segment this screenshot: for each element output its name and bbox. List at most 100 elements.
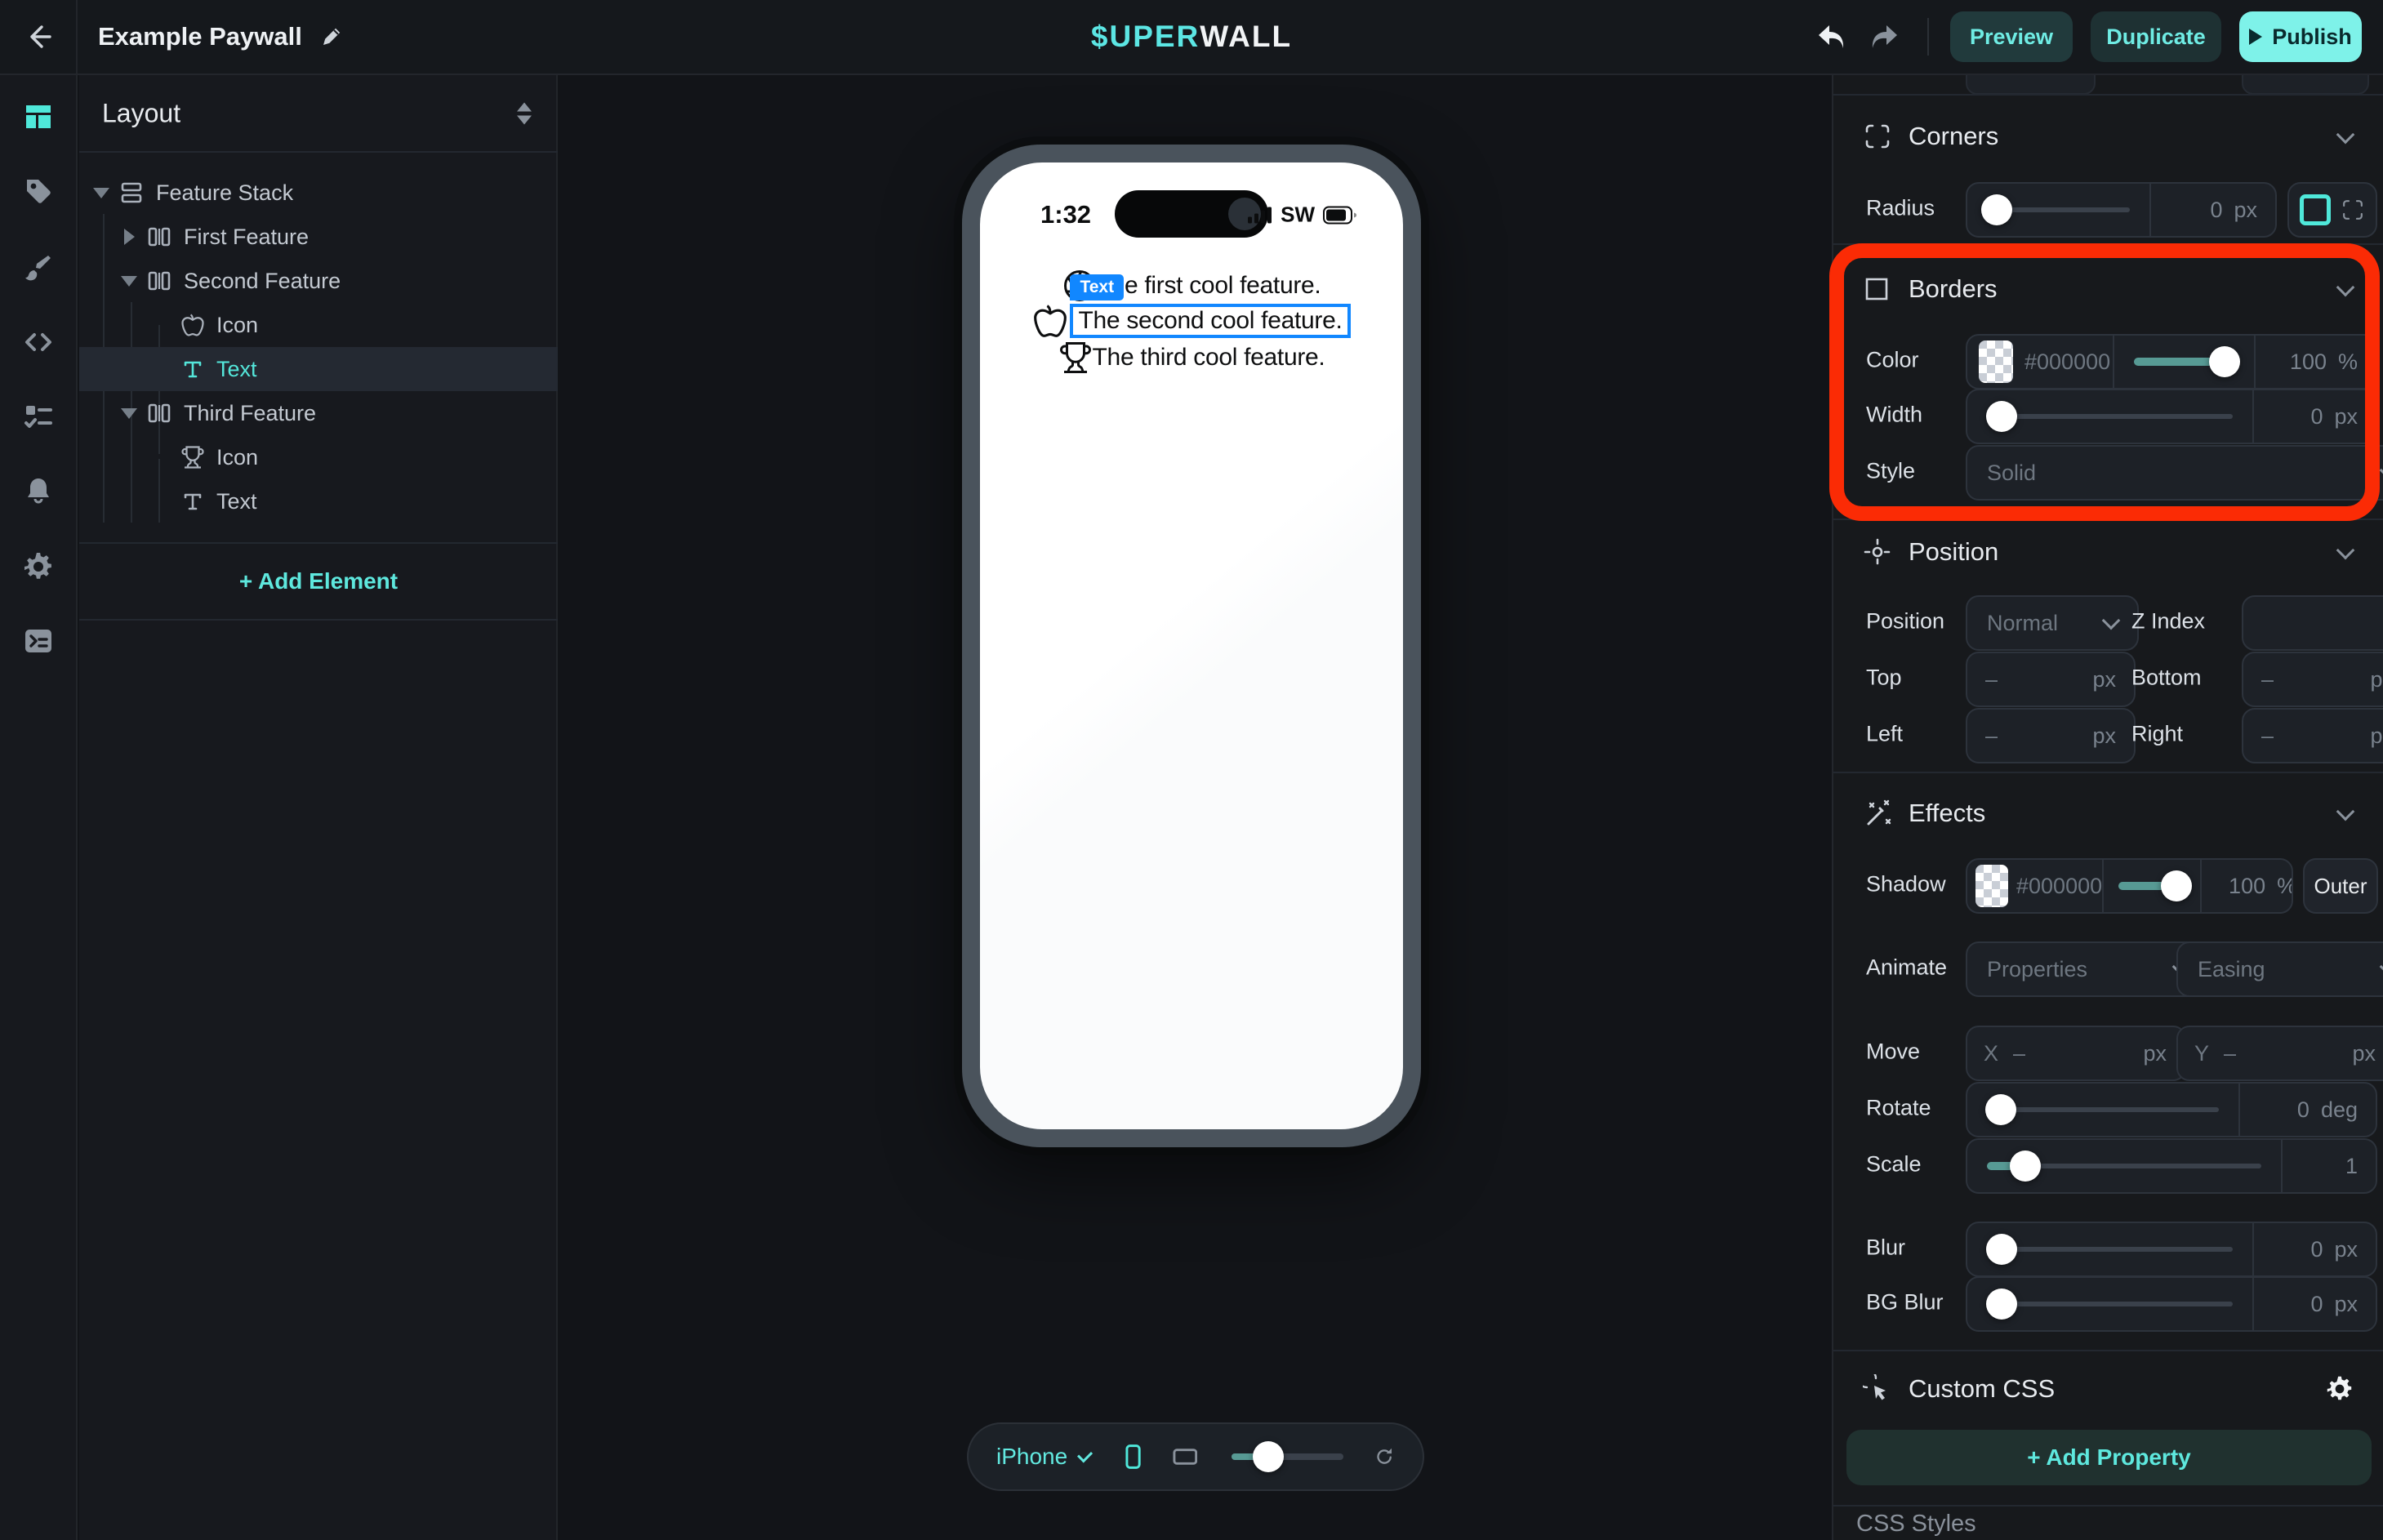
animate-easing-dropdown[interactable]: Easing — [2176, 941, 2383, 997]
tree-item-second-text[interactable]: Text — [79, 347, 558, 391]
color-swatch[interactable] — [1979, 340, 2013, 383]
chevron-down-icon[interactable] — [2336, 803, 2355, 821]
opacity-slider-thumb[interactable] — [2161, 870, 2192, 901]
phone-screen[interactable]: 1:32 SW The first cool feature. — [980, 162, 1403, 1129]
add-property-button[interactable]: + Add Property — [1846, 1430, 2372, 1485]
width-slider-thumb[interactable] — [1986, 401, 2017, 432]
radius-slider-thumb[interactable] — [1981, 194, 2012, 225]
shadow-hex-input[interactable]: #000000 — [2016, 874, 2102, 899]
duplicate-button[interactable]: Duplicate — [2091, 11, 2221, 62]
border-style-dropdown[interactable]: Solid — [1966, 445, 2383, 501]
opacity-slider-thumb[interactable] — [2209, 346, 2240, 377]
portrait-orientation-icon[interactable] — [1125, 1437, 1141, 1476]
caret-down-icon[interactable] — [118, 408, 140, 419]
section-custom-css[interactable]: Custom CSS — [1833, 1364, 2383, 1413]
tree-item-first-feature[interactable]: First Feature — [79, 215, 558, 259]
tree-item-second-icon[interactable]: Icon — [79, 303, 558, 347]
tree-item-third-feature[interactable]: Third Feature — [79, 391, 558, 435]
css-settings-gear-icon[interactable] — [2326, 1375, 2354, 1403]
top-input[interactable]: –px — [1966, 652, 2136, 707]
zoom-slider[interactable] — [1232, 1440, 1343, 1473]
feature-row-3[interactable]: The third cool feature. — [980, 340, 1403, 376]
rotate-value[interactable]: 0deg — [2240, 1084, 2376, 1136]
shadow-opacity-slider[interactable] — [2104, 860, 2200, 912]
add-element-button[interactable]: + Add Element — [79, 544, 558, 621]
zoom-slider-thumb[interactable] — [1253, 1441, 1284, 1472]
shadow-opacity-value[interactable]: 100% — [2202, 860, 2293, 912]
blur-slider[interactable] — [1967, 1223, 2252, 1275]
tree-item-second-feature[interactable]: Second Feature — [79, 259, 558, 303]
preview-button[interactable]: Preview — [1950, 11, 2073, 62]
caret-right-icon[interactable] — [118, 229, 140, 245]
section-borders[interactable]: Borders — [1833, 265, 2383, 314]
scale-value[interactable]: 1 — [2283, 1140, 2376, 1192]
shadow-outer-button[interactable]: Outer — [2303, 858, 2378, 914]
section-effects[interactable]: Effects — [1833, 789, 2383, 838]
scale-slider-thumb[interactable] — [2010, 1151, 2041, 1182]
sidebar-item-console[interactable] — [0, 616, 76, 665]
section-corners[interactable]: Corners — [1833, 112, 2383, 161]
color-swatch[interactable] — [1975, 865, 2008, 907]
right-input[interactable]: –px — [2242, 708, 2383, 763]
chevron-down-icon[interactable] — [2336, 541, 2355, 560]
selected-text-element[interactable]: Text The second cool feature. — [1070, 304, 1350, 338]
radius-value[interactable]: 0px — [2151, 184, 2275, 236]
animate-properties-dropdown[interactable]: Properties — [1966, 941, 2209, 997]
tree-item-feature-stack[interactable]: Feature Stack — [79, 171, 558, 215]
bg-blur-value[interactable]: 0px — [2254, 1278, 2376, 1330]
sidebar-item-products-tag[interactable] — [0, 167, 76, 216]
border-width-control[interactable]: 0px — [1966, 389, 2377, 444]
bg-blur-slider[interactable] — [1967, 1278, 2252, 1330]
back-button[interactable] — [0, 0, 78, 73]
sidebar-item-layout[interactable] — [0, 92, 76, 141]
refresh-icon[interactable] — [1374, 1440, 1395, 1473]
bg-blur-slider-thumb[interactable] — [1986, 1289, 2017, 1320]
uniform-radius-icon[interactable] — [2300, 194, 2331, 225]
chevron-down-icon[interactable] — [2336, 126, 2355, 145]
chevron-down-icon[interactable] — [2336, 278, 2355, 297]
rotate-control[interactable]: 0deg — [1966, 1082, 2377, 1137]
border-width-slider[interactable] — [1967, 390, 2252, 443]
rotate-slider[interactable] — [1967, 1084, 2238, 1136]
zindex-input[interactable] — [2242, 595, 2383, 651]
scale-slider[interactable] — [1967, 1140, 2281, 1192]
left-input[interactable]: –px — [1966, 708, 2136, 763]
move-y-input[interactable]: Y–px — [2176, 1026, 2383, 1081]
bottom-input[interactable]: –px — [2242, 652, 2383, 707]
position-mode-dropdown[interactable]: Normal — [1966, 595, 2139, 651]
sort-layers-icon[interactable] — [517, 102, 532, 124]
landscape-orientation-icon[interactable] — [1173, 1444, 1198, 1470]
sidebar-item-notifications-bell[interactable] — [0, 466, 76, 515]
device-selector[interactable]: iPhone — [996, 1444, 1067, 1470]
tree-item-third-icon[interactable]: Icon — [79, 435, 558, 479]
per-corner-radius-icon[interactable] — [2341, 198, 2365, 222]
sidebar-item-checklist[interactable] — [0, 392, 76, 441]
caret-down-icon[interactable] — [91, 188, 112, 198]
chevron-down-icon[interactable] — [1077, 1447, 1093, 1462]
sidebar-item-code[interactable] — [0, 318, 76, 367]
tree-item-third-text[interactable]: Text — [79, 479, 558, 523]
color-hex-input[interactable]: #000000 — [2024, 349, 2113, 375]
edit-pencil-icon[interactable] — [318, 24, 345, 50]
border-color-opacity-slider[interactable] — [2114, 336, 2254, 388]
border-color-opacity-value[interactable]: 100% — [2256, 336, 2376, 388]
blur-control[interactable]: 0px — [1966, 1222, 2377, 1277]
feature-row-1[interactable]: The first cool feature. — [980, 268, 1403, 304]
rotate-slider-thumb[interactable] — [1985, 1094, 2016, 1125]
feature-row-2-selected[interactable]: Text The second cool feature. — [980, 303, 1403, 339]
caret-down-icon[interactable] — [118, 276, 140, 287]
redo-icon[interactable] — [1867, 19, 1903, 55]
move-x-input[interactable]: X–px — [1966, 1026, 2186, 1081]
undo-icon[interactable] — [1813, 19, 1849, 55]
blur-value[interactable]: 0px — [2254, 1223, 2376, 1275]
blur-slider-thumb[interactable] — [1986, 1234, 2017, 1265]
sidebar-item-settings-gear[interactable] — [0, 542, 76, 591]
radius-control[interactable]: 0px — [1966, 182, 2277, 238]
sidebar-item-theme-brush[interactable] — [0, 243, 76, 292]
border-width-value[interactable]: 0px — [2254, 390, 2376, 443]
radius-slider[interactable] — [1967, 184, 2149, 236]
section-position[interactable]: Position — [1833, 527, 2383, 576]
publish-button[interactable]: Publish — [2239, 11, 2362, 62]
bg-blur-control[interactable]: 0px — [1966, 1276, 2377, 1332]
scale-control[interactable]: 1 — [1966, 1138, 2377, 1194]
